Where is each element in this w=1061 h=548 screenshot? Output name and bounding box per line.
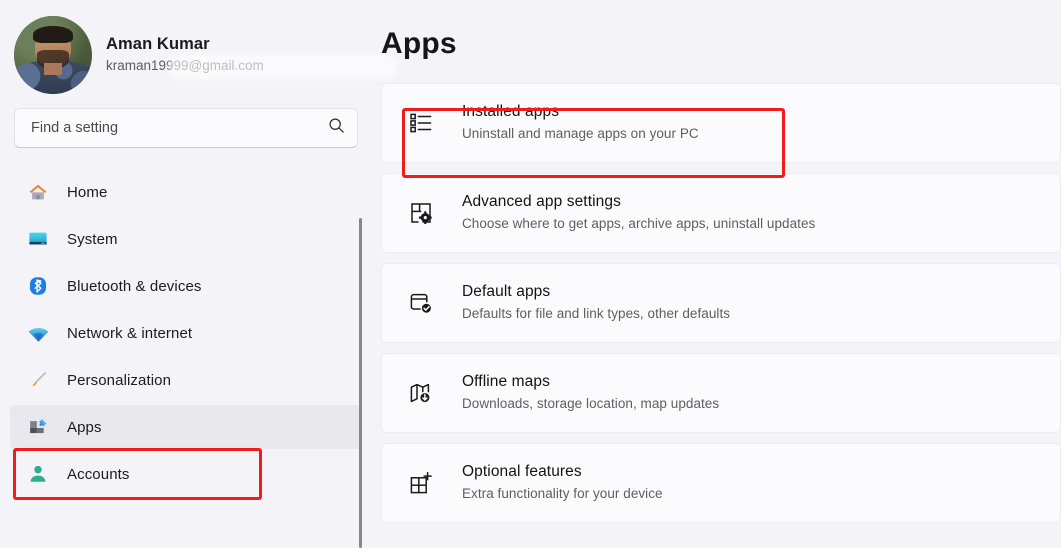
monitor-icon <box>26 227 50 251</box>
map-download-icon <box>406 378 436 408</box>
sidebar-scrollbar[interactable] <box>359 218 362 548</box>
card-subtitle: Defaults for file and link types, other … <box>462 306 731 322</box>
avatar[interactable] <box>14 16 92 94</box>
settings-card-list: Installed apps Uninstall and manage apps… <box>372 83 1061 523</box>
card-title: Default apps <box>462 283 551 301</box>
card-subtitle: Downloads, storage location, map updates <box>462 396 720 412</box>
scrollbar-thumb[interactable] <box>359 218 362 548</box>
apps-icon <box>26 415 50 439</box>
sidebar-item-home[interactable]: Home <box>10 170 362 214</box>
grid-gear-icon <box>406 198 436 228</box>
search-icon[interactable] <box>328 117 345 139</box>
sidebar-item-label: Bluetooth & devices <box>67 277 202 295</box>
person-icon <box>26 462 50 486</box>
sidebar-item-label: Home <box>67 183 108 201</box>
card-offline-maps[interactable]: Offline maps Downloads, storage location… <box>381 353 1061 433</box>
paintbrush-icon <box>26 368 50 392</box>
list-bullets-icon <box>406 108 436 138</box>
account-email: kraman19999@gmail.com <box>106 57 264 73</box>
window-check-icon <box>406 288 436 318</box>
sidebar-item-label: Accounts <box>67 465 130 483</box>
sidebar-nav: Home System Bluetooth & devices Network … <box>0 170 372 496</box>
account-block[interactable]: Aman Kumar kraman19999@gmail.com <box>0 0 398 94</box>
page-title: Apps <box>381 27 457 60</box>
settings-window: Aman Kumar kraman19999@gmail.com Find a … <box>0 0 1061 548</box>
card-subtitle: Choose where to get apps, archive apps, … <box>462 216 816 232</box>
card-advanced-app-settings[interactable]: Advanced app settings Choose where to ge… <box>381 173 1061 253</box>
card-title: Offline maps <box>462 373 550 391</box>
sidebar-item-label: Apps <box>67 418 102 436</box>
sidebar-item-system[interactable]: System <box>10 217 362 261</box>
sidebar-item-label: System <box>67 230 118 248</box>
card-title: Optional features <box>462 463 582 481</box>
card-title: Advanced app settings <box>462 193 621 211</box>
sidebar-item-apps[interactable]: Apps <box>10 405 362 449</box>
sidebar: Aman Kumar kraman19999@gmail.com Find a … <box>0 0 398 548</box>
card-subtitle: Uninstall and manage apps on your PC <box>462 126 699 142</box>
card-title: Installed apps <box>462 103 560 121</box>
sidebar-item-label: Personalization <box>67 371 172 389</box>
sidebar-item-personalization[interactable]: Personalization <box>10 358 362 402</box>
main-content: Apps Installed apps Uninstall and manage… <box>372 0 1061 548</box>
sidebar-item-accounts[interactable]: Accounts <box>10 452 362 496</box>
card-installed-apps[interactable]: Installed apps Uninstall and manage apps… <box>381 83 1061 163</box>
sidebar-item-label: Network & internet <box>67 324 193 342</box>
bluetooth-icon <box>26 274 50 298</box>
card-optional-features[interactable]: Optional features Extra functionality fo… <box>381 443 1061 523</box>
grid-plus-icon <box>406 468 436 498</box>
card-default-apps[interactable]: Default apps Defaults for file and link … <box>381 263 1061 343</box>
search-box[interactable] <box>14 108 358 148</box>
card-subtitle: Extra functionality for your device <box>462 486 663 502</box>
account-name: Aman Kumar <box>106 35 210 54</box>
search-input[interactable] <box>31 120 328 136</box>
sidebar-item-network[interactable]: Network & internet <box>10 311 362 355</box>
home-icon <box>26 180 50 204</box>
wifi-icon <box>26 321 50 345</box>
sidebar-item-bluetooth[interactable]: Bluetooth & devices <box>10 264 362 308</box>
